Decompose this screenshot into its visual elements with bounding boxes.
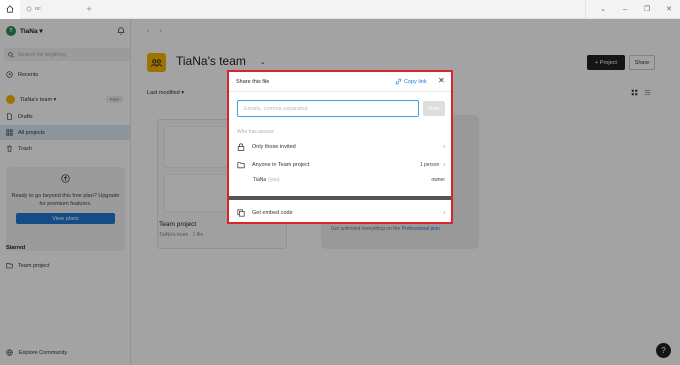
copy-link-button[interactable]: Copy link	[395, 78, 427, 85]
chevron-right-icon: ›	[443, 162, 445, 168]
embed-icon	[237, 209, 245, 217]
access-team-count: 1 person ›	[420, 162, 445, 168]
chevron-right-icon: ›	[443, 210, 445, 216]
file-tab[interactable]: oc	[20, 0, 58, 19]
folder-icon	[237, 162, 245, 169]
title-bar: oc + ⌄ – ❐ ✕	[0, 0, 680, 19]
titlebar-separator	[585, 0, 586, 19]
access-team-row[interactable]: Anyone in Team project 1 person ›	[237, 158, 445, 172]
file-tab-icon	[26, 6, 32, 12]
share-dialog-header: Share this file Copy link ✕	[229, 72, 451, 92]
email-invite-input[interactable]	[237, 100, 419, 117]
team-count-label: 1 person	[419, 162, 440, 168]
close-icon[interactable]: ✕	[438, 76, 445, 85]
close-window-button[interactable]: ✕	[658, 0, 680, 19]
lock-icon	[237, 143, 245, 151]
home-tab[interactable]	[0, 0, 20, 19]
share-dialog: Share this file Copy link ✕ Invite Who h…	[227, 70, 453, 224]
invite-button[interactable]: Invite	[423, 101, 445, 116]
home-icon	[6, 5, 14, 13]
owner-name: TiaNa	[253, 177, 267, 183]
restore-button[interactable]: ❐	[636, 0, 658, 19]
minimize-button[interactable]: –	[614, 0, 636, 19]
owner-you-tag: (you)	[268, 177, 280, 183]
copy-link-label: Copy link	[404, 78, 427, 85]
access-section-label: Who has access	[237, 129, 274, 135]
owner-row: TiaNa (you) owner	[253, 177, 445, 183]
chevron-right-icon: ›	[443, 144, 445, 150]
embed-code-row[interactable]: Get embed code ›	[237, 206, 445, 220]
owner-role: owner	[431, 177, 445, 183]
access-team-label: Anyone in Team project	[252, 162, 310, 168]
access-only-invited-row[interactable]: Only those invited ›	[237, 140, 445, 154]
access-only-invited-label: Only those invited	[252, 144, 296, 150]
share-dialog-title: Share this file	[236, 79, 270, 85]
dialog-divider	[229, 196, 451, 200]
link-icon	[395, 78, 402, 85]
new-tab-button[interactable]: +	[82, 0, 96, 19]
chevron-down-icon[interactable]: ⌄	[592, 0, 614, 19]
embed-code-label: Get embed code	[252, 210, 293, 216]
file-tab-label: oc	[35, 6, 41, 12]
